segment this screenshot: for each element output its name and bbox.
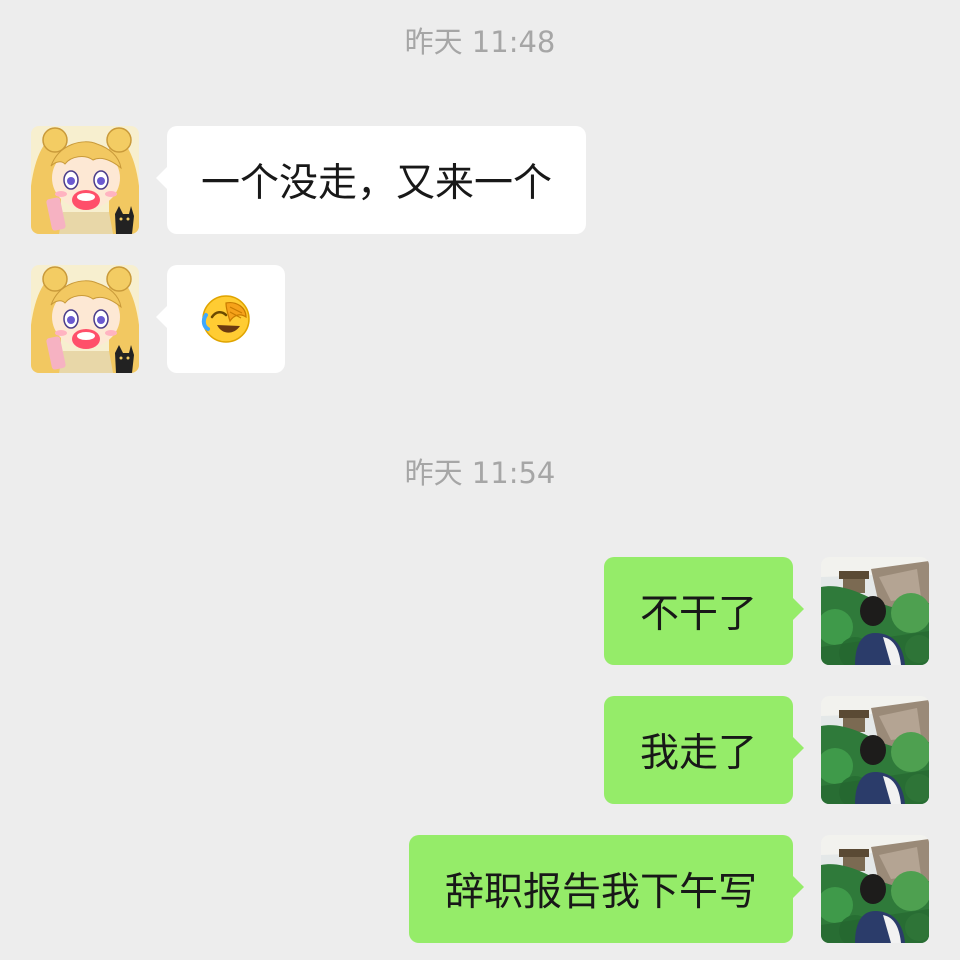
message-text: 不干了 xyxy=(639,592,757,637)
message-bubble-outgoing[interactable]: 不干了 xyxy=(603,557,805,665)
message-bubble-incoming[interactable]: 一个没走，又来一个 xyxy=(155,126,587,234)
user-avatar[interactable] xyxy=(821,696,929,804)
face-with-tears-of-joy-covering-face-icon xyxy=(201,295,250,343)
user-avatar[interactable] xyxy=(821,835,929,943)
user-avatar[interactable] xyxy=(821,557,929,665)
message-text: 我走了 xyxy=(639,731,757,776)
contact-avatar[interactable] xyxy=(31,265,139,373)
message-row-outgoing: 辞职报告我下午写 xyxy=(0,835,960,943)
message-text: 辞职报告我下午写 xyxy=(444,870,757,915)
message-text: 一个没走，又来一个 xyxy=(201,161,553,206)
timestamp: 昨天 11:48 xyxy=(404,25,556,59)
timestamp: 昨天 11:54 xyxy=(404,456,556,490)
anime-girl-avatar-icon xyxy=(31,265,139,373)
message-bubble-outgoing[interactable]: 我走了 xyxy=(603,696,805,804)
message-row-outgoing: 不干了 xyxy=(0,557,960,665)
contact-avatar[interactable] xyxy=(31,126,139,234)
chat-window: 昨天 11:48 一个没走，又来一个 昨天 11:54 不干了 我走了 辞职报告… xyxy=(0,0,960,960)
boy-landscape-photo-avatar-icon xyxy=(821,835,929,943)
message-row-incoming: 一个没走，又来一个 xyxy=(0,126,960,234)
boy-landscape-photo-avatar-icon xyxy=(821,557,929,665)
message-bubble-incoming[interactable] xyxy=(156,265,285,373)
message-row-incoming xyxy=(0,265,960,373)
message-row-outgoing: 我走了 xyxy=(0,696,960,804)
boy-landscape-photo-avatar-icon xyxy=(821,696,929,804)
message-bubble-outgoing[interactable]: 辞职报告我下午写 xyxy=(408,835,805,943)
anime-girl-avatar-icon xyxy=(31,126,139,234)
